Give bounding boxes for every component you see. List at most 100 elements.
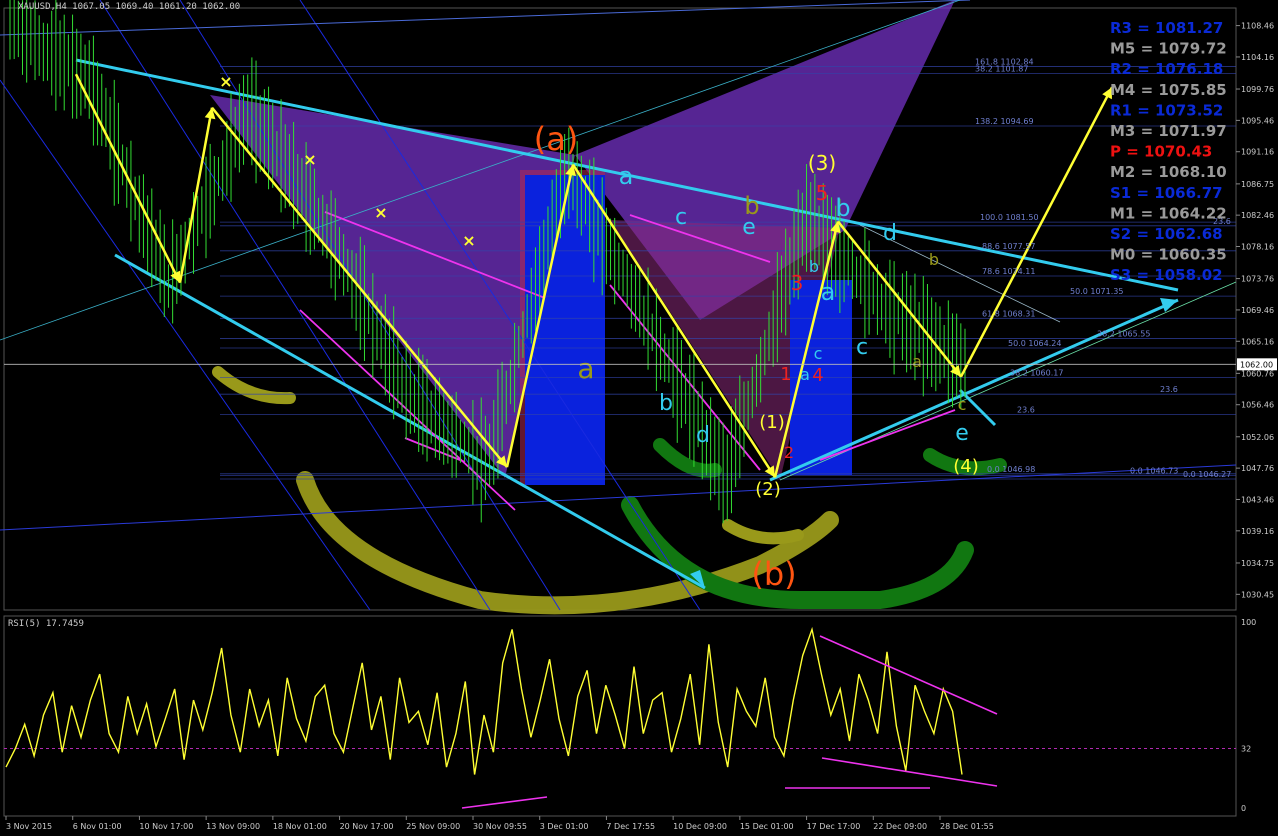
wave-arrow-segment xyxy=(74,73,182,284)
time-axis-label: 20 Nov 17:00 xyxy=(340,822,394,831)
lower-diagonal-line xyxy=(0,464,1237,531)
pivot-level-label: M1 = 1064.22 xyxy=(1110,204,1227,222)
trend-lines xyxy=(0,0,1237,611)
price-axis-label: 1073.76 xyxy=(1241,275,1274,284)
wave-label: a xyxy=(912,352,922,371)
fib-level-label: 23.6 xyxy=(1160,385,1178,394)
rsi-axis-label: 0 xyxy=(1241,804,1246,813)
price-axis-label: 1065.16 xyxy=(1241,337,1274,346)
wave-label: c xyxy=(675,205,687,230)
time-axis-label: 3 Nov 2015 xyxy=(6,822,52,831)
fib-level-label: 0.0 1046.27 xyxy=(1183,470,1231,479)
time-axis-label: 25 Nov 09:00 xyxy=(406,822,460,831)
pivot-level-label: M5 = 1079.72 xyxy=(1110,40,1227,58)
wave-arrow-segment xyxy=(959,86,1114,378)
wave-label: a xyxy=(577,352,594,385)
pivot-level-label: M4 = 1075.85 xyxy=(1110,81,1227,99)
time-axis-label: 10 Dec 09:00 xyxy=(673,822,727,831)
fib-level-label: 138.2 1094.69 xyxy=(975,117,1034,126)
time-axis-label: 17 Dec 17:00 xyxy=(807,822,861,831)
wave-label: d xyxy=(696,423,710,448)
wave-label: a xyxy=(821,278,836,306)
price-axis-label: 1030.45 xyxy=(1241,590,1274,599)
chart-header: XAUUSD,H4 1067.05 1069.40 1061.20 1062.0… xyxy=(18,2,240,12)
time-axis-label: 3 Dec 01:00 xyxy=(540,822,589,831)
rsi-panel-frame xyxy=(3,615,1237,817)
price-axis-label: 1091.16 xyxy=(1241,148,1274,157)
fib-level-label: 50.0 1071.35 xyxy=(1070,287,1123,296)
fib-level-label: 38.2 1060.17 xyxy=(1010,369,1063,378)
time-axis-label: 15 Dec 01:00 xyxy=(740,822,794,831)
wave-label: (3) xyxy=(808,151,836,175)
wave-arrow-segment xyxy=(178,107,214,283)
wave-label: b xyxy=(835,194,850,222)
wave-label: (4) xyxy=(953,456,979,477)
fib-level-label: 78.6 1074.11 xyxy=(982,267,1035,276)
olive-curve-mini xyxy=(722,519,804,545)
time-axis-label: 6 Nov 01:00 xyxy=(73,822,122,831)
price-axis-label: 1047.76 xyxy=(1241,464,1274,473)
x-marker: × xyxy=(462,231,475,250)
rsi-axis-label: 32 xyxy=(1241,744,1251,753)
pivot-level-label: R3 = 1081.27 xyxy=(1110,19,1223,37)
time-axis-label: 7 Dec 17:55 xyxy=(606,822,655,831)
price-axis-label: 1060.76 xyxy=(1241,369,1274,378)
fib-level-label: 61.8 1068.31 xyxy=(982,309,1035,318)
pivot-level-label: M3 = 1071.97 xyxy=(1110,122,1227,140)
wave-label: (b) xyxy=(751,555,796,593)
price-axis-label: 1052.06 xyxy=(1241,433,1274,442)
wave-label: a xyxy=(619,162,634,190)
wave-label: c xyxy=(958,395,967,414)
cyan-arrowhead xyxy=(1160,298,1178,312)
pivot-level-label: S2 = 1062.68 xyxy=(1110,225,1223,243)
price-axis-label: 1095.46 xyxy=(1241,116,1274,125)
wave-label: a xyxy=(800,365,810,384)
wave-label: 2 xyxy=(784,443,794,462)
pivot-level-label: M0 = 1060.35 xyxy=(1110,246,1227,264)
wave-label: b xyxy=(809,257,819,276)
x-marker: × xyxy=(219,72,232,91)
time-axis-label: 18 Nov 01:00 xyxy=(273,822,327,831)
main-plot-area xyxy=(3,7,1237,817)
pivot-level-label: R2 = 1076.18 xyxy=(1110,60,1223,78)
fib-level-label: 100.0 1081.50 xyxy=(980,213,1039,222)
wave-label: b xyxy=(744,192,759,220)
rsi-divergence-line xyxy=(821,757,998,787)
price-axis-label: 1104.16 xyxy=(1241,53,1274,62)
pivot-level-label: S1 = 1066.77 xyxy=(1110,184,1223,202)
wave-label: 1 xyxy=(780,364,791,385)
fib-level-label: 50.0 1064.24 xyxy=(1008,339,1061,348)
time-axis-label: 28 Dec 01:55 xyxy=(940,822,994,831)
time-axis-label: 10 Nov 17:00 xyxy=(139,822,193,831)
xauusd-chart: 161.8 1102.8438.2 1101.87138.2 1094.6910… xyxy=(0,0,1277,831)
fib-level-label: 23.6 xyxy=(1017,406,1035,415)
wave-label: (a) xyxy=(534,120,579,158)
time-axis-label: 30 Nov 09:55 xyxy=(473,822,527,831)
pivot-level-label: P = 1070.43 xyxy=(1110,143,1212,161)
price-axis-label: 1086.75 xyxy=(1241,180,1274,189)
pivot-level-label: R1 = 1073.52 xyxy=(1110,101,1223,119)
wave-label: 5 xyxy=(816,181,829,205)
rsi-divergence-line xyxy=(461,796,548,809)
price-axis-label: 1043.46 xyxy=(1241,495,1274,504)
wave-label: b xyxy=(929,250,939,269)
fib-level-label: 0.0 1046.98 xyxy=(987,465,1035,474)
wave-label: c xyxy=(814,344,823,363)
rsi-axis-label: 100 xyxy=(1241,618,1256,627)
fib-level-label: 0.0 1046.73 xyxy=(1130,467,1178,476)
wave-label: 3 xyxy=(791,271,804,295)
fib-level-label: 38.2 1065.55 xyxy=(1097,329,1150,338)
price-axis-label: 1108.46 xyxy=(1241,22,1274,31)
fib-level-label: 88.6 1077.57 xyxy=(982,242,1035,251)
price-axis-label: 1078.16 xyxy=(1241,243,1274,252)
price-axis-label: 1069.46 xyxy=(1241,306,1274,315)
pivot-level-label: M2 = 1068.10 xyxy=(1110,163,1227,181)
wave-label: 4 xyxy=(812,365,823,386)
price-axis-label: 1039.16 xyxy=(1241,527,1274,536)
price-axis-label: 1034.75 xyxy=(1241,559,1274,568)
time-axis-label: 13 Nov 09:00 xyxy=(206,822,260,831)
price-axis-label: 1082.46 xyxy=(1241,211,1274,220)
x-marker: × xyxy=(374,203,387,222)
rsi-divergence-line xyxy=(819,635,998,715)
rsi-line xyxy=(5,626,963,775)
